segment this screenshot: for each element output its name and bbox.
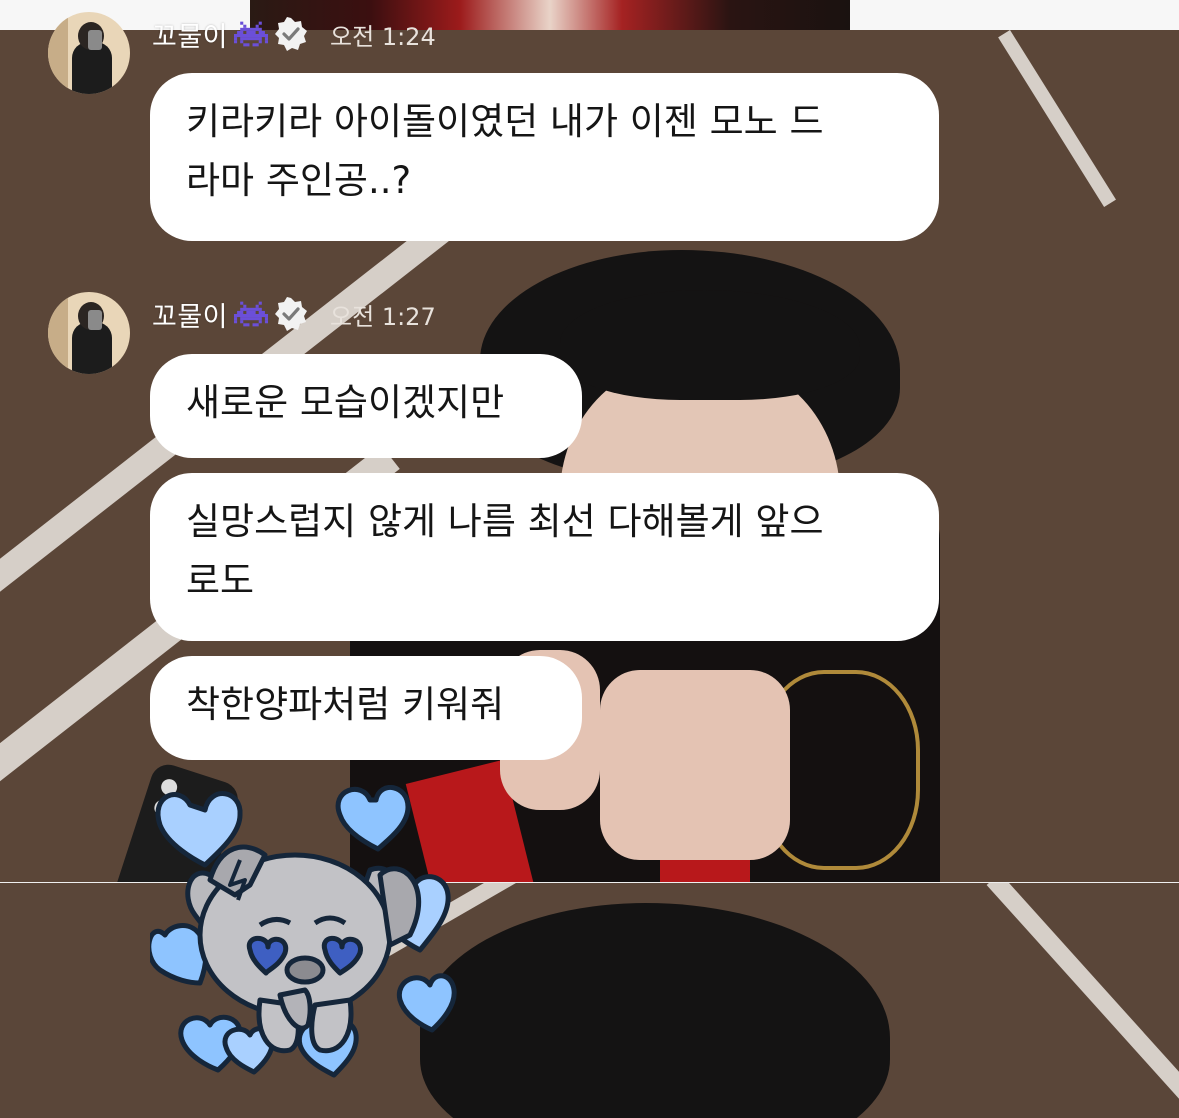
sender-header: 꼬물이 오전 1:24 (152, 14, 436, 54)
sender-avatar[interactable] (48, 12, 130, 94)
chat-bubble[interactable]: 새로운 모습이겠지만 (150, 354, 582, 458)
space-invader-icon (234, 21, 269, 47)
photo-bangs (560, 290, 860, 400)
puppy-hearts-sticker[interactable] (150, 785, 460, 1085)
chat-bubble[interactable]: 실망스럽지 않게 나름 최선 다해볼게 앞으 로도 (150, 473, 939, 641)
track-lane-line (986, 883, 1179, 1108)
photo-right-fist (600, 670, 790, 860)
track-lane-line (998, 30, 1116, 208)
chat-bubble[interactable]: 키라키라 아이돌이였던 내가 이젠 모노 드 라마 주인공..? (150, 73, 939, 241)
sender-name[interactable]: 꼬물이 (152, 295, 228, 334)
sender-name[interactable]: 꼬물이 (152, 15, 228, 54)
photo-hair (420, 903, 890, 1118)
message-timestamp: 오전 1:27 (330, 302, 436, 331)
verified-badge-icon (275, 297, 308, 331)
sender-header: 꼬물이 오전 1:27 (152, 294, 436, 334)
sender-avatar[interactable] (48, 292, 130, 374)
chat-bubble[interactable]: 착한양파처럼 키워줘 (150, 656, 582, 760)
message-timestamp: 오전 1:24 (330, 22, 436, 51)
space-invader-icon (234, 301, 269, 327)
verified-badge-icon (275, 17, 308, 51)
